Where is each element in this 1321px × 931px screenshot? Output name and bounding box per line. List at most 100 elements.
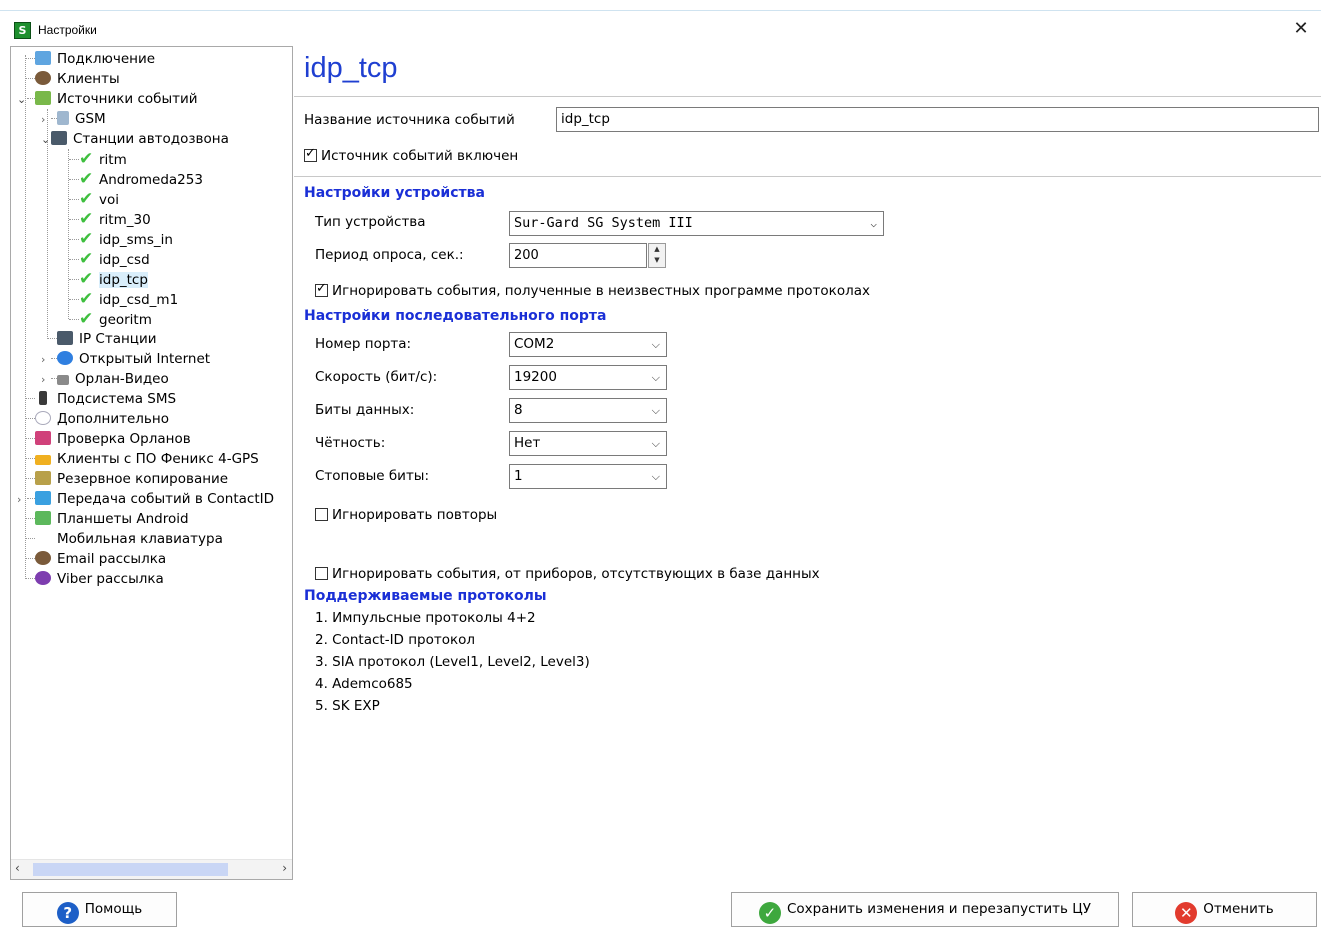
divider xyxy=(294,176,1321,177)
cancel-icon: ✕ xyxy=(1175,902,1198,924)
window-title: Настройки xyxy=(38,23,97,37)
check-icon: ✔ xyxy=(79,209,94,229)
close-icon[interactable]: ✕ xyxy=(1289,19,1313,41)
stopbits-label: Стоповые биты: xyxy=(315,468,430,484)
stopbits-select[interactable]: 1 ⌵ xyxy=(509,464,667,489)
tree-item-viber-mailing[interactable]: Viber рассылка xyxy=(25,569,164,589)
ignore-repeats-checkbox[interactable]: Игнорировать повторы xyxy=(315,507,497,523)
tree-item-phoenix-clients[interactable]: Клиенты с ПО Феникс 4-GPS xyxy=(25,449,259,469)
tree-item-connection[interactable]: Подключение xyxy=(25,49,155,69)
event-sources-icon xyxy=(35,91,51,105)
station-icon xyxy=(57,331,73,345)
protocol-item: 4. Ademco685 xyxy=(315,676,413,692)
tree-item-ip-stations[interactable]: IP Станции xyxy=(47,329,157,349)
save-restart-button[interactable]: ✓ Сохранить изменения и перезапустить ЦУ xyxy=(731,892,1119,927)
tree-item-mobile-keyboard[interactable]: Мобильная клавиатура xyxy=(25,529,223,549)
poll-period-stepper[interactable]: ▲ ▼ xyxy=(648,243,666,268)
chevron-right-icon[interactable]: › xyxy=(41,370,51,390)
check-icon: ✔ xyxy=(79,229,94,249)
source-enabled-checkbox[interactable]: Источник событий включен xyxy=(304,146,518,164)
ignore-unknown-checkbox[interactable]: Игнорировать события, полученные в неизв… xyxy=(315,281,870,299)
source-name-input[interactable]: idp_tcp xyxy=(556,107,1319,132)
tree-item-sms-subsystem[interactable]: Подсистема SMS xyxy=(25,389,176,409)
check-icon: ✔ xyxy=(79,149,94,169)
gear-icon xyxy=(35,411,51,425)
tree-item-idp-csd[interactable]: ✔ idp_csd xyxy=(69,249,150,269)
protocol-item: 3. SIA протокол (Level1, Level2, Level3) xyxy=(315,654,590,670)
protocol-item: 5. SK EXP xyxy=(315,698,380,714)
chevron-right-icon[interactable]: › xyxy=(41,110,51,130)
source-name-label: Название источника событий xyxy=(304,112,515,128)
phone-icon xyxy=(39,391,47,405)
help-icon: ? xyxy=(56,902,79,924)
tree-item-idp-sms-in[interactable]: ✔ idp_sms_in xyxy=(69,229,173,249)
poll-period-input[interactable]: 200 xyxy=(509,243,647,268)
tree-item-clients[interactable]: Клиенты xyxy=(25,69,120,89)
checkbox-unchecked-icon[interactable] xyxy=(315,508,328,521)
chevron-right-icon[interactable]: › xyxy=(17,490,27,510)
tree-item-idp-tcp[interactable]: ✔ idp_tcp xyxy=(69,269,148,289)
check-icon: ✔ xyxy=(79,189,94,209)
tree-item-orlan-check[interactable]: Проверка Орланов xyxy=(25,429,191,449)
ignore-missing-checkbox[interactable]: Игнорировать события, от приборов, отсут… xyxy=(315,566,820,582)
email-icon xyxy=(35,551,51,565)
check-icon: ✓ xyxy=(758,902,781,924)
app-logo-icon: S xyxy=(14,22,31,39)
tree-item-android-tablets[interactable]: Планшеты Android xyxy=(25,509,189,529)
tree-item-voi[interactable]: ✔ voi xyxy=(69,189,119,209)
tree-item-email-mailing[interactable]: Email рассылка xyxy=(25,549,166,569)
databits-select[interactable]: 8 ⌵ xyxy=(509,398,667,423)
device-type-label: Тип устройства xyxy=(315,214,426,230)
databits-label: Биты данных: xyxy=(315,402,415,418)
help-button[interactable]: ? Помощь xyxy=(22,892,177,927)
baud-select[interactable]: 19200 ⌵ xyxy=(509,365,667,390)
tree-item-idp-csd-m1[interactable]: ✔ idp_csd_m1 xyxy=(69,289,178,309)
tree-item-contactid-transfer[interactable]: › Передача событий в ContactID xyxy=(17,489,274,509)
checkbox-checked-icon[interactable] xyxy=(315,281,328,297)
tree-item-orlan-video[interactable]: › Орлан-Видео xyxy=(41,369,169,389)
parity-label: Чётность: xyxy=(315,435,386,451)
protocol-item: 2. Contact-ID протокол xyxy=(315,632,476,648)
tree-item-additional[interactable]: Дополнительно xyxy=(25,409,169,429)
chevron-down-icon: ⌵ xyxy=(651,470,660,483)
tree-horizontal-scrollbar[interactable]: ‹ › xyxy=(11,859,292,879)
chevron-down-icon: ⌵ xyxy=(651,338,660,351)
parity-select[interactable]: Нет ⌵ xyxy=(509,431,667,456)
check-icon: ✔ xyxy=(79,249,94,269)
tree-item-backup[interactable]: Резервное копирование xyxy=(25,469,228,489)
transfer-icon xyxy=(35,491,51,505)
tree-item-open-internet[interactable]: › Открытый Internet xyxy=(41,349,210,369)
tree-item-ritm-30[interactable]: ✔ ritm_30 xyxy=(69,209,151,229)
settings-tree[interactable]: Подключение Клиенты ⌄ Источники событий ›… xyxy=(10,46,293,880)
gsm-icon xyxy=(57,111,69,125)
checkbox-checked-icon[interactable] xyxy=(304,146,317,162)
serial-port-heading: Настройки последовательного порта xyxy=(304,308,607,324)
page-title: idp_tcp xyxy=(304,52,398,84)
chevron-down-icon[interactable]: ⌄ xyxy=(41,130,51,150)
chevron-down-icon: ⌵ xyxy=(870,217,877,230)
tree-item-georitm[interactable]: ✔ georitm xyxy=(69,309,152,329)
checkbox-unchecked-icon[interactable] xyxy=(315,567,328,580)
scrollbar-thumb[interactable] xyxy=(33,863,228,876)
backup-icon xyxy=(35,471,51,485)
check-icon: ✔ xyxy=(79,269,94,289)
divider xyxy=(294,96,1321,97)
android-icon xyxy=(35,511,51,525)
check-list-icon xyxy=(35,431,51,445)
port-select[interactable]: COM2 ⌵ xyxy=(509,332,667,357)
tree-item-andromeda253[interactable]: ✔ Andromeda253 xyxy=(69,169,203,189)
device-type-select[interactable]: Sur-Gard SG System III ⌵ xyxy=(509,211,884,236)
globe-icon xyxy=(57,351,73,365)
scroll-left-icon[interactable]: ‹ xyxy=(15,861,20,875)
cancel-button[interactable]: ✕ Отменить xyxy=(1132,892,1317,927)
tree-item-gsm[interactable]: › GSM xyxy=(41,109,106,129)
chevron-down-icon: ⌵ xyxy=(651,371,660,384)
camera-icon xyxy=(57,375,69,385)
chevron-down-icon[interactable]: ⌄ xyxy=(17,90,27,110)
tree-item-event-sources[interactable]: ⌄ Источники событий xyxy=(17,89,198,109)
tree-item-ritm[interactable]: ✔ ritm xyxy=(69,149,127,169)
title-bar: S Настройки ✕ xyxy=(0,10,1321,46)
scroll-right-icon[interactable]: › xyxy=(282,861,287,875)
chevron-right-icon[interactable]: › xyxy=(41,350,51,370)
tree-item-autodial-stations[interactable]: ⌄ Станции автодозвона xyxy=(41,129,229,149)
